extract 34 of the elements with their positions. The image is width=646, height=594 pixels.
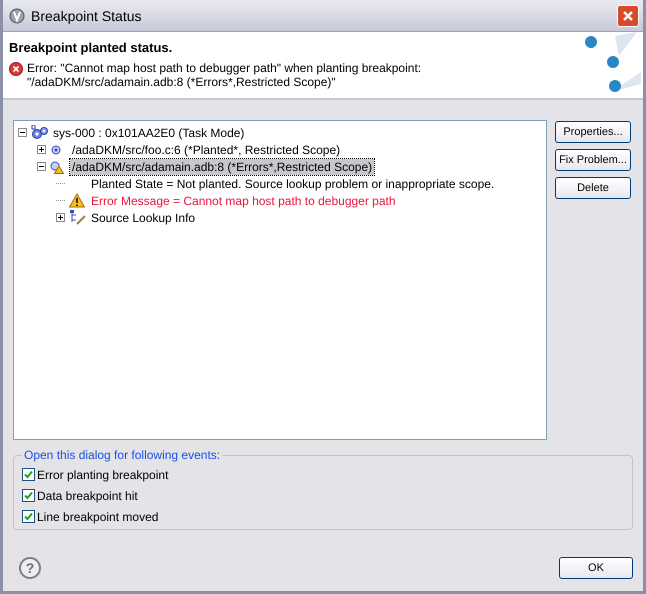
error-message: Error: "Cannot map host path to debugger path" when planting breakpoint: "/adaDKM/src/adamain.adb:8 (*Errors*,Restricted Scope)" (27, 61, 422, 89)
tree-item[interactable]: Error Message = Cannot map host path to debugger path (89, 192, 398, 208)
checkbox-label[interactable]: Error planting breakpoint (37, 468, 168, 482)
action-button[interactable]: Delete (555, 177, 631, 199)
checkbox-label[interactable]: Data breakpoint hit (37, 488, 138, 502)
tree-item[interactable]: /adaDKM/src/adamain.adb:8 (*Errors*,Restricted Scope) (70, 158, 374, 174)
window-title: Breakpoint Status (31, 8, 143, 24)
checkbox[interactable] (22, 468, 35, 481)
tree-edit-icon (69, 210, 87, 226)
ok-button[interactable]: OK (559, 557, 633, 579)
app-icon (9, 8, 25, 24)
expand-toggle[interactable] (56, 213, 65, 222)
checkbox[interactable] (22, 510, 35, 523)
breakpoint-tree[interactable] (13, 120, 547, 440)
collapse-toggle[interactable] (18, 128, 27, 137)
header-title: Breakpoint planted status. (9, 40, 174, 55)
error-icon (9, 62, 23, 76)
help-button[interactable]: ? (19, 557, 41, 579)
checkbox[interactable] (22, 489, 35, 502)
gears-icon (31, 124, 49, 140)
group-title: Open this dialog for following events: (23, 448, 222, 462)
action-button[interactable]: Properties... (555, 121, 631, 143)
warning-icon (69, 193, 85, 208)
tree-item[interactable]: /adaDKM/src/foo.c:6 (*Planted*, Restricted Scope) (70, 142, 342, 158)
action-button[interactable]: Fix Problem... (555, 149, 631, 171)
close-icon (622, 10, 634, 22)
collapse-toggle[interactable] (37, 162, 46, 171)
close-button[interactable] (617, 4, 639, 26)
tree-item[interactable]: Planted State = Not planted. Source lookup problem or inappropriate scope. (89, 176, 496, 192)
breakpoint-warning-icon (50, 160, 64, 174)
tree-item[interactable]: Source Lookup Info (89, 210, 198, 226)
expand-toggle[interactable] (37, 145, 46, 154)
checkbox-label[interactable]: Line breakpoint moved (37, 510, 158, 524)
tree-item[interactable]: sys-000 : 0x101AA2E0 (Task Mode) (51, 124, 246, 140)
